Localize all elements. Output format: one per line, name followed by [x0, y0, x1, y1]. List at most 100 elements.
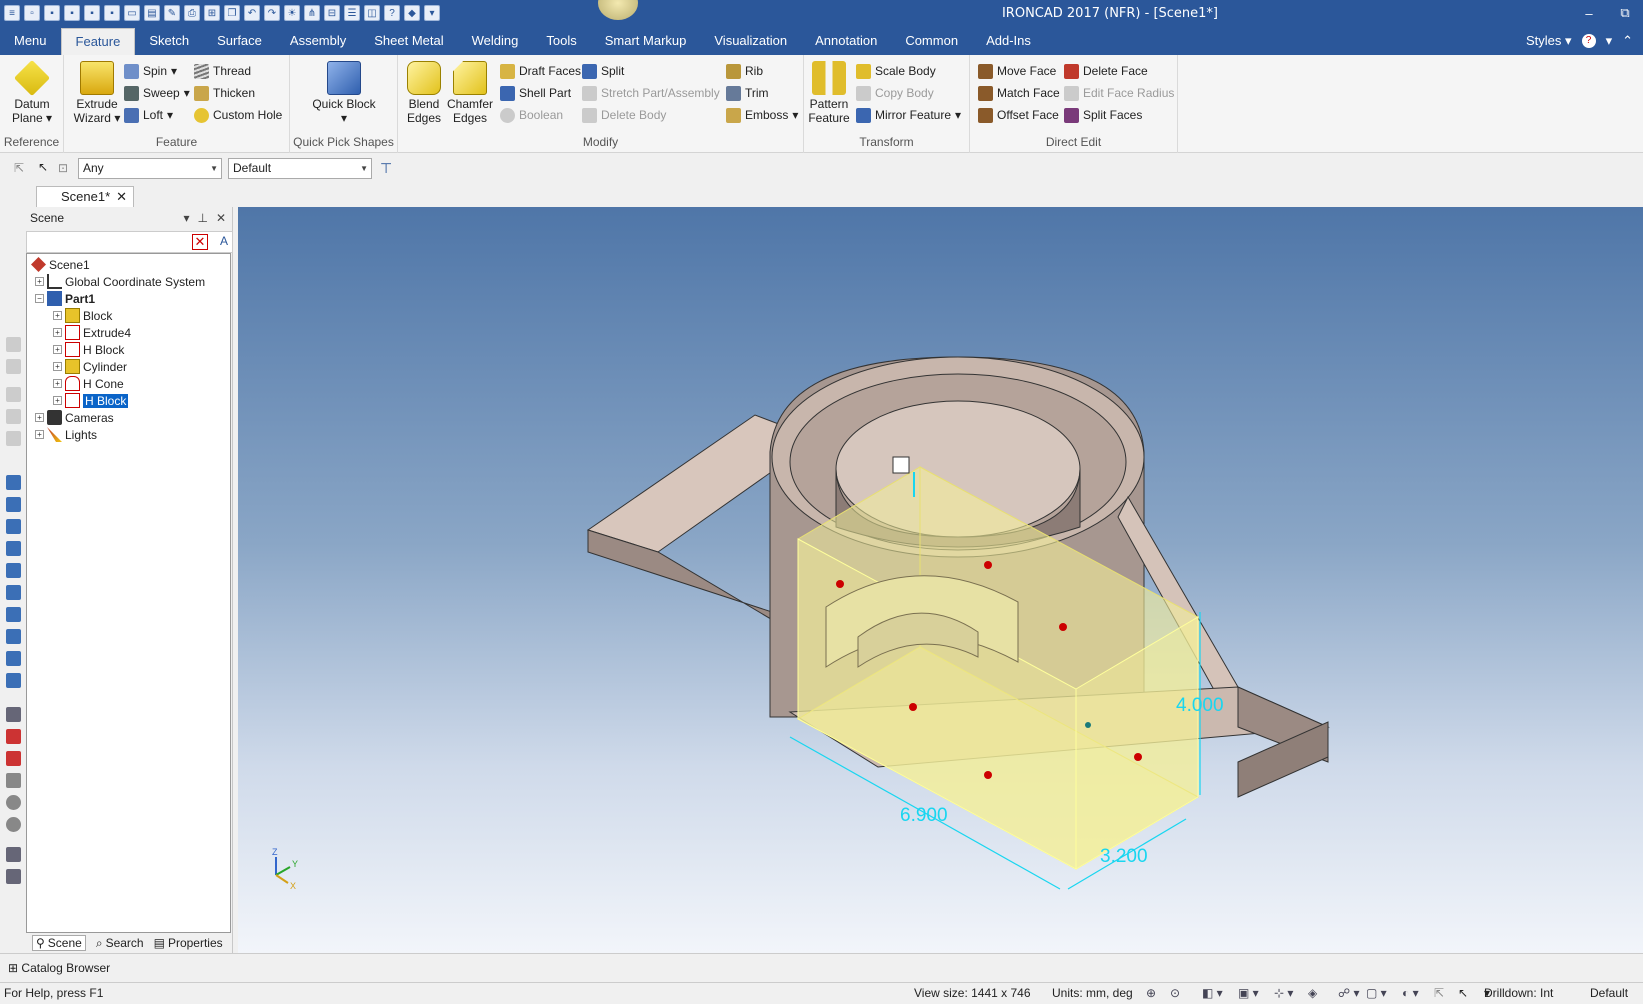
tab-menu[interactable]: Menu — [0, 28, 61, 55]
new-icon[interactable]: ▫ — [24, 5, 40, 21]
pan-icon[interactable] — [6, 847, 21, 862]
tab-add-ins[interactable]: Add-Ins — [972, 28, 1045, 55]
restore-button[interactable]: ⧉ — [1607, 0, 1643, 26]
styles-menu[interactable]: Styles ▾ — [1526, 33, 1572, 49]
tool-icon[interactable] — [6, 387, 21, 402]
handle[interactable] — [1059, 623, 1067, 631]
triball-icon[interactable] — [892, 456, 910, 474]
tree-node-lights[interactable]: + Lights — [35, 426, 97, 443]
zoom-window-icon[interactable]: ⊙ — [1170, 983, 1180, 1004]
display-icon[interactable]: ◐ ▾ — [1402, 983, 1419, 1004]
assembly-icon[interactable]: ⊞ — [204, 5, 220, 21]
print-icon[interactable]: ⎙ — [184, 5, 200, 21]
tree-node-h-block[interactable]: + H Block — [53, 341, 124, 358]
open-icon[interactable]: ▭ — [124, 5, 140, 21]
view-icon[interactable] — [6, 651, 21, 666]
handle[interactable] — [909, 703, 917, 711]
tool-icon[interactable] — [6, 337, 21, 352]
close-icon[interactable]: ✕ — [116, 187, 127, 206]
section-icon[interactable] — [6, 729, 21, 744]
sweep-button[interactable]: Sweep ▾ — [124, 83, 190, 103]
minimize-button[interactable]: – — [1571, 0, 1607, 26]
tab-visualization[interactable]: Visualization — [700, 28, 801, 55]
new-scene-icon[interactable]: ▪ — [44, 5, 60, 21]
expand-icon[interactable]: + — [35, 413, 44, 422]
measure-icon[interactable] — [6, 707, 21, 722]
expand-icon[interactable]: + — [35, 277, 44, 286]
match-face-button[interactable]: Match Face — [978, 83, 1060, 103]
handle[interactable] — [1134, 753, 1142, 761]
tree-node-global-coordinate-system[interactable]: + Global Coordinate System — [35, 273, 205, 290]
tab-smart-markup[interactable]: Smart Markup — [591, 28, 701, 55]
mirror-feature-button[interactable]: Mirror Feature ▾ — [856, 105, 961, 125]
delete-body-button[interactable]: Delete Body — [582, 105, 666, 125]
app-icon[interactable]: ≡ — [4, 5, 20, 21]
collapse-icon[interactable]: − — [35, 294, 44, 303]
tree-node-part1[interactable]: − Part1 — [35, 290, 95, 307]
loft-button[interactable]: Loft ▾ — [124, 105, 173, 125]
help-menu-icon[interactable]: ? — [1581, 33, 1596, 48]
view-icon[interactable] — [6, 607, 21, 622]
style-combo[interactable]: Default ▼ — [228, 158, 372, 179]
dimension-height[interactable]: 4.000 — [1176, 695, 1224, 716]
tab-common[interactable]: Common — [891, 28, 972, 55]
new-drawing-icon[interactable]: ▪ — [64, 5, 80, 21]
spin-button[interactable]: Spin ▾ — [124, 61, 177, 81]
tab-annotation[interactable]: Annotation — [801, 28, 891, 55]
expand-icon[interactable]: + — [53, 362, 62, 371]
tab-sketch[interactable]: Sketch — [135, 28, 203, 55]
tab-search[interactable]: ⌕ Search — [96, 936, 144, 951]
selection-filter-combo[interactable]: Any ▼ — [78, 158, 222, 179]
view-icon[interactable] — [6, 519, 21, 534]
education-icon[interactable]: ◆ — [404, 5, 420, 21]
grid-icon[interactable]: ⊟ — [324, 5, 340, 21]
orbit-icon[interactable] — [6, 795, 21, 810]
view-cube-icon[interactable]: ▣ ▾ — [1238, 983, 1259, 1004]
trim-button[interactable]: Trim — [726, 83, 769, 103]
section-view-icon[interactable]: ☍ ▾ — [1338, 983, 1360, 1004]
expand-icon[interactable]: + — [35, 430, 44, 439]
help-icon[interactable]: ? — [384, 5, 400, 21]
filter-options-icon[interactable]: A — [220, 234, 228, 248]
expand-icon[interactable]: + — [53, 311, 62, 320]
tool-icon[interactable] — [6, 431, 21, 446]
handle[interactable] — [984, 771, 992, 779]
select-parts-icon[interactable]: ⇱ — [14, 161, 30, 177]
expand-icon[interactable]: + — [53, 345, 62, 354]
window-icon[interactable]: ◫ — [364, 5, 380, 21]
tree-node-cylinder[interactable]: + Cylinder — [53, 358, 127, 375]
hierarchy-icon[interactable]: ⊤ — [380, 160, 398, 178]
angle-icon[interactable] — [6, 773, 21, 788]
zoom-icon[interactable]: ⊕ — [1146, 983, 1156, 1004]
quick-block-button[interactable]: Quick Block ▾ — [310, 61, 378, 125]
tab-feature[interactable]: Feature — [60, 28, 136, 55]
new-sheet-icon[interactable]: ▪ — [104, 5, 120, 21]
split-faces-button[interactable]: Split Faces — [1064, 105, 1142, 125]
copy-body-button[interactable]: Copy Body — [856, 83, 934, 103]
camera-view-icon[interactable]: ▢ ▾ — [1366, 983, 1387, 1004]
3d-viewport[interactable]: 6.900 3.200 4.000 Z Y X — [238, 207, 1643, 953]
tree-node-h-cone[interactable]: + H Cone — [53, 375, 124, 392]
pattern-feature-button[interactable]: Pattern Feature — [808, 61, 850, 125]
tree-icon[interactable]: ⋔ — [304, 5, 320, 21]
tab-sheet-metal[interactable]: Sheet Metal — [360, 28, 457, 55]
tree-node-h-block-selected[interactable]: + H Block — [53, 392, 129, 409]
thread-button[interactable]: Thread — [194, 61, 251, 81]
shading-icon[interactable]: ◈ — [1308, 983, 1317, 1004]
help-dropdown-icon[interactable]: ▾ — [1606, 33, 1613, 49]
close-icon[interactable]: ✕ — [216, 207, 226, 229]
tab-scene1[interactable]: Scene1* ✕ — [36, 186, 134, 207]
pin-icon[interactable]: ⊥ — [197, 207, 207, 229]
view-icon[interactable] — [6, 585, 21, 600]
tab-welding[interactable]: Welding — [458, 28, 533, 55]
draft-faces-button[interactable]: Draft Faces — [500, 61, 581, 81]
catalog-browser-bar[interactable]: ⊞ Catalog Browser — [0, 953, 1643, 982]
view-icon[interactable] — [6, 563, 21, 578]
clear-filter-icon[interactable]: ✕ — [192, 234, 208, 250]
split-button[interactable]: Split — [582, 61, 624, 81]
save-icon[interactable]: ▤ — [144, 5, 160, 21]
tab-surface[interactable]: Surface — [203, 28, 276, 55]
dimension-length[interactable]: 6.900 — [900, 805, 948, 826]
redo-icon[interactable]: ↷ — [264, 5, 280, 21]
select-tool-icon[interactable]: ⇱ — [1434, 983, 1444, 1004]
